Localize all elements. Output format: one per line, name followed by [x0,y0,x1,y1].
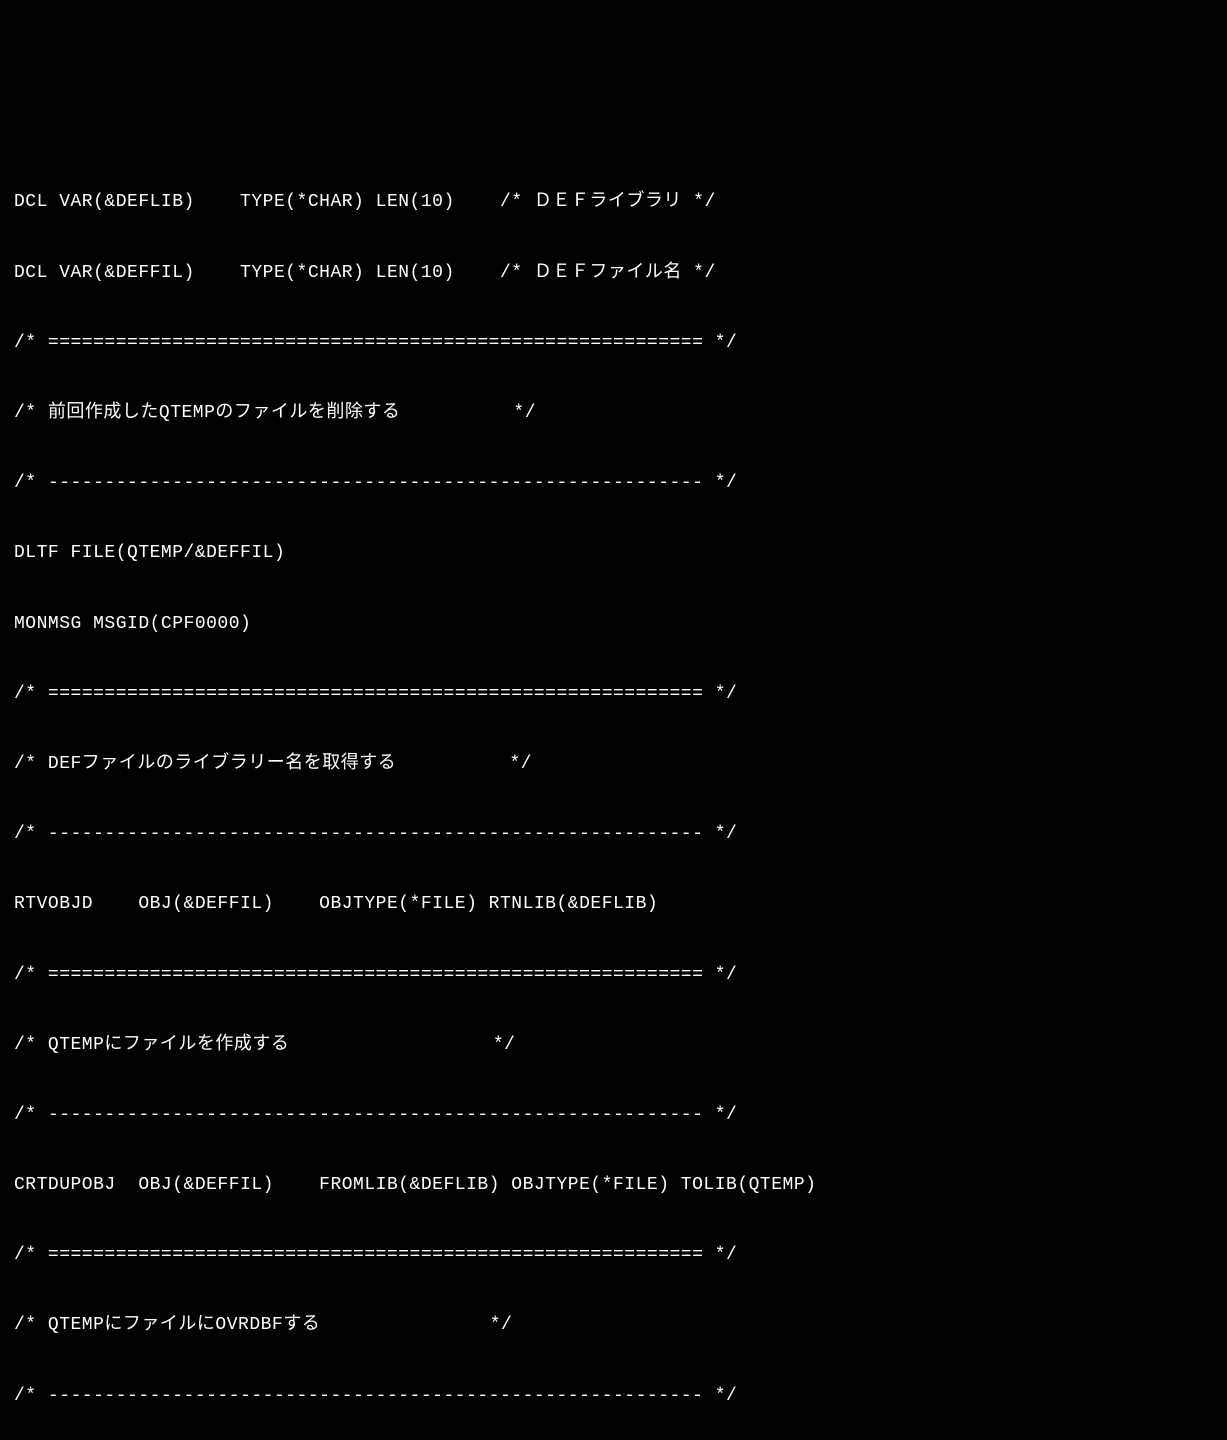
code-line: /* -------------------------------------… [14,466,1213,501]
code-line: CRTDUPOBJ OBJ(&DEFFIL) FROMLIB(&DEFLIB) … [14,1168,1213,1203]
code-block: DCL VAR(&DEFLIB) TYPE(*CHAR) LEN(10) /* … [14,150,1213,1440]
code-line: MONMSG MSGID(CPF0000) [14,607,1213,642]
code-line: /* =====================================… [14,1238,1213,1273]
code-line: RTVOBJD OBJ(&DEFFIL) OBJTYPE(*FILE) RTNL… [14,887,1213,922]
code-line: /* -------------------------------------… [14,1098,1213,1133]
code-line: /* -------------------------------------… [14,1379,1213,1414]
code-line: /* -------------------------------------… [14,817,1213,852]
code-line: /* =====================================… [14,326,1213,361]
code-line: DLTF FILE(QTEMP/&DEFFIL) [14,536,1213,571]
code-line: /* =====================================… [14,677,1213,712]
code-line: /* QTEMPにファイルを作成する */ [14,1028,1213,1063]
code-line: /* =====================================… [14,958,1213,993]
code-line: /* DEFファイルのライブラリー名を取得する */ [14,747,1213,782]
code-line: DCL VAR(&DEFLIB) TYPE(*CHAR) LEN(10) /* … [14,185,1213,220]
code-line: DCL VAR(&DEFFIL) TYPE(*CHAR) LEN(10) /* … [14,256,1213,291]
code-line: /* QTEMPにファイルにOVRDBFする */ [14,1308,1213,1343]
code-line: /* 前回作成したQTEMPのファイルを削除する */ [14,396,1213,431]
